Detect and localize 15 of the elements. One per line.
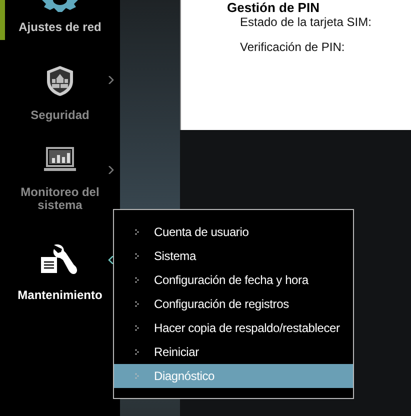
sidebar-item[interactable]: Monitoreo del sistema xyxy=(0,132,120,222)
submenu-item[interactable]: Reiniciar xyxy=(114,340,353,364)
sidebar-label: Monitoreo del sistema xyxy=(20,186,100,212)
sidebar-item[interactable]: Ajustes de red xyxy=(0,0,120,42)
sidebar-label: Seguridad xyxy=(30,108,90,122)
sidebar-item[interactable]: Seguridad xyxy=(0,42,120,132)
submenu-item[interactable]: Hacer copia de respaldo/restablecer xyxy=(114,316,353,340)
active-indicator xyxy=(0,0,5,40)
shield-icon xyxy=(45,64,75,97)
laptop-chart-icon xyxy=(43,146,77,174)
field-label: Estado de la tarjeta SIM: xyxy=(240,15,372,29)
section-heading: Gestión de PIN xyxy=(227,0,320,15)
field-label: Verificación de PIN: xyxy=(240,40,346,54)
sidebar-label: Mantenimiento xyxy=(18,288,102,302)
sidebar-label: Ajustes de red xyxy=(18,20,102,34)
